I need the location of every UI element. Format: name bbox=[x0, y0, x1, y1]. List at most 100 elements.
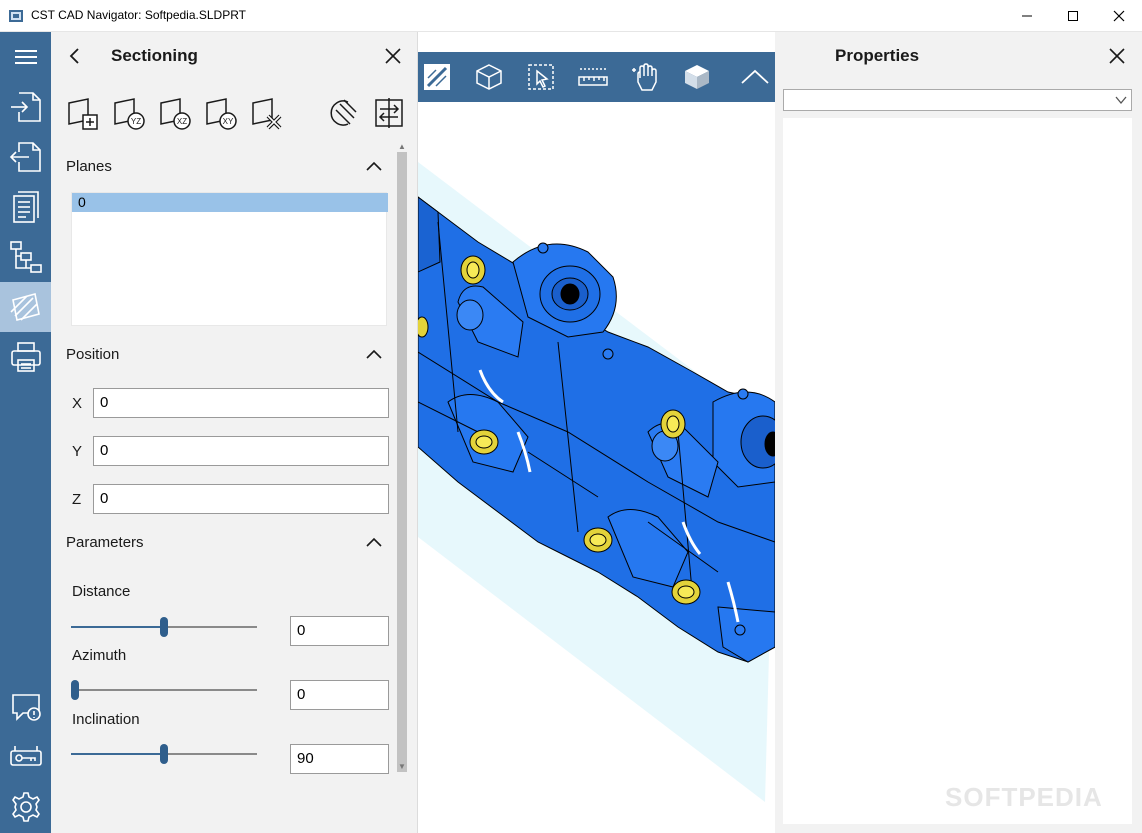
z-label: Z bbox=[72, 491, 82, 508]
ruler-icon bbox=[578, 68, 608, 86]
maximize-button[interactable] bbox=[1050, 0, 1096, 32]
scroll-down-arrow[interactable]: ▼ bbox=[397, 762, 407, 772]
slider-thumb[interactable] bbox=[160, 617, 168, 637]
select-button[interactable] bbox=[526, 62, 556, 92]
cad-model-view[interactable] bbox=[418, 102, 775, 833]
plane-xz-icon[interactable]: XZ bbox=[158, 96, 192, 130]
app-logo-icon bbox=[9, 10, 23, 22]
close-icon bbox=[1113, 10, 1125, 22]
position-section-title: Position bbox=[66, 346, 120, 363]
sectioning-panel: Sectioning YZ XZ XY Planes 0 Position X … bbox=[51, 32, 418, 833]
inclination-label: Inclination bbox=[72, 711, 140, 728]
panel-title: Sectioning bbox=[111, 46, 198, 65]
title-bar: CST CAD Navigator: Softpedia.SLDPRT bbox=[0, 0, 1142, 32]
feedback-icon bbox=[11, 694, 41, 721]
properties-title: Properties bbox=[835, 46, 920, 65]
plane-list-item[interactable]: 0 bbox=[72, 193, 388, 212]
inclination-input[interactable]: 90 bbox=[290, 744, 389, 774]
cap-toggle-icon[interactable] bbox=[326, 96, 360, 130]
svg-text:XY: XY bbox=[223, 117, 234, 126]
license-key-icon bbox=[9, 746, 42, 766]
chevron-up-icon[interactable] bbox=[365, 536, 383, 548]
collapse-toolbar-button[interactable] bbox=[740, 62, 770, 92]
pan-button[interactable] bbox=[630, 62, 660, 92]
slider-thumb[interactable] bbox=[71, 680, 79, 700]
properties-panel: Properties SOFTPEDIA bbox=[775, 32, 1142, 833]
x-label: X bbox=[72, 395, 83, 412]
hierarchy-button[interactable] bbox=[0, 232, 51, 282]
y-label: Y bbox=[72, 443, 83, 460]
slider-thumb[interactable] bbox=[160, 744, 168, 764]
scroll-up-arrow[interactable]: ▲ bbox=[397, 142, 407, 152]
solid-cube-icon bbox=[685, 65, 709, 89]
close-icon bbox=[385, 48, 401, 64]
properties-close-button[interactable] bbox=[1105, 44, 1129, 68]
import-button[interactable] bbox=[0, 82, 51, 132]
section-view-icon bbox=[424, 64, 450, 90]
view-toolbar bbox=[418, 52, 775, 102]
chevron-up-icon[interactable] bbox=[365, 160, 383, 172]
section-view-button[interactable] bbox=[422, 62, 452, 92]
feedback-button[interactable] bbox=[0, 682, 51, 732]
azimuth-label: Azimuth bbox=[72, 647, 127, 664]
app-window: CST CAD Navigator: Softpedia.SLDPRT Sect… bbox=[0, 0, 1142, 833]
distance-label: Distance bbox=[72, 583, 131, 600]
planes-section-title: Planes bbox=[66, 158, 112, 175]
hierarchy-icon bbox=[9, 241, 42, 273]
print-icon bbox=[10, 342, 41, 372]
panel-close-button[interactable] bbox=[381, 44, 405, 68]
y-position-input[interactable]: 0 bbox=[93, 436, 389, 466]
azimuth-input[interactable]: 0 bbox=[290, 680, 389, 710]
import-icon bbox=[10, 92, 41, 122]
x-position-input[interactable]: 0 bbox=[93, 388, 389, 418]
remove-plane-icon[interactable] bbox=[250, 96, 284, 130]
wireframe-cube-icon bbox=[476, 64, 502, 90]
settings-button[interactable] bbox=[0, 782, 51, 832]
sectioning-button[interactable] bbox=[0, 282, 51, 332]
watermark: SOFTPEDIA bbox=[945, 782, 1103, 812]
inclination-slider[interactable] bbox=[71, 744, 257, 764]
panel-scrollbar[interactable] bbox=[397, 152, 407, 772]
plane-xy-icon[interactable]: XY bbox=[204, 96, 238, 130]
maximize-icon bbox=[1068, 11, 1078, 21]
parameters-section-title: Parameters bbox=[66, 534, 144, 551]
close-icon bbox=[1109, 48, 1125, 64]
svg-text:XZ: XZ bbox=[177, 117, 187, 126]
flip-plane-icon[interactable] bbox=[372, 96, 406, 130]
select-pointer-icon bbox=[528, 64, 554, 90]
plane-yz-icon[interactable]: YZ bbox=[112, 96, 146, 130]
export-button[interactable] bbox=[0, 132, 51, 182]
z-position-input[interactable]: 0 bbox=[93, 484, 389, 514]
window-title: CST CAD Navigator: Softpedia.SLDPRT bbox=[31, 8, 246, 22]
license-key-button[interactable] bbox=[0, 732, 51, 782]
solid-view-button[interactable] bbox=[682, 62, 712, 92]
menu-button[interactable] bbox=[0, 32, 51, 82]
minimize-icon bbox=[1022, 15, 1032, 17]
add-plane-icon[interactable] bbox=[66, 96, 100, 130]
sectioning-icon bbox=[9, 293, 40, 321]
settings-icon bbox=[11, 792, 40, 822]
pan-hand-icon bbox=[632, 63, 657, 91]
properties-content bbox=[783, 118, 1132, 824]
document-button[interactable] bbox=[0, 182, 51, 232]
planes-list[interactable]: 0 bbox=[71, 192, 388, 326]
distance-input[interactable]: 0 bbox=[290, 616, 389, 646]
svg-text:YZ: YZ bbox=[131, 117, 141, 126]
chevron-up-icon[interactable] bbox=[365, 348, 383, 360]
print-button[interactable] bbox=[0, 332, 51, 382]
chevron-left-icon bbox=[69, 48, 79, 64]
azimuth-slider[interactable] bbox=[71, 680, 257, 700]
close-window-button[interactable] bbox=[1096, 0, 1142, 32]
properties-selector[interactable] bbox=[783, 89, 1132, 111]
back-button[interactable] bbox=[63, 44, 87, 68]
measure-button[interactable] bbox=[578, 62, 608, 92]
chevron-down-icon bbox=[1115, 96, 1127, 105]
export-icon bbox=[9, 142, 41, 172]
chevron-up-icon bbox=[741, 69, 769, 84]
distance-slider[interactable] bbox=[71, 617, 257, 637]
minimize-button[interactable] bbox=[1004, 0, 1050, 32]
menu-icon bbox=[14, 50, 37, 64]
3d-viewport[interactable] bbox=[418, 32, 775, 833]
document-icon bbox=[12, 191, 39, 223]
wireframe-view-button[interactable] bbox=[474, 62, 504, 92]
